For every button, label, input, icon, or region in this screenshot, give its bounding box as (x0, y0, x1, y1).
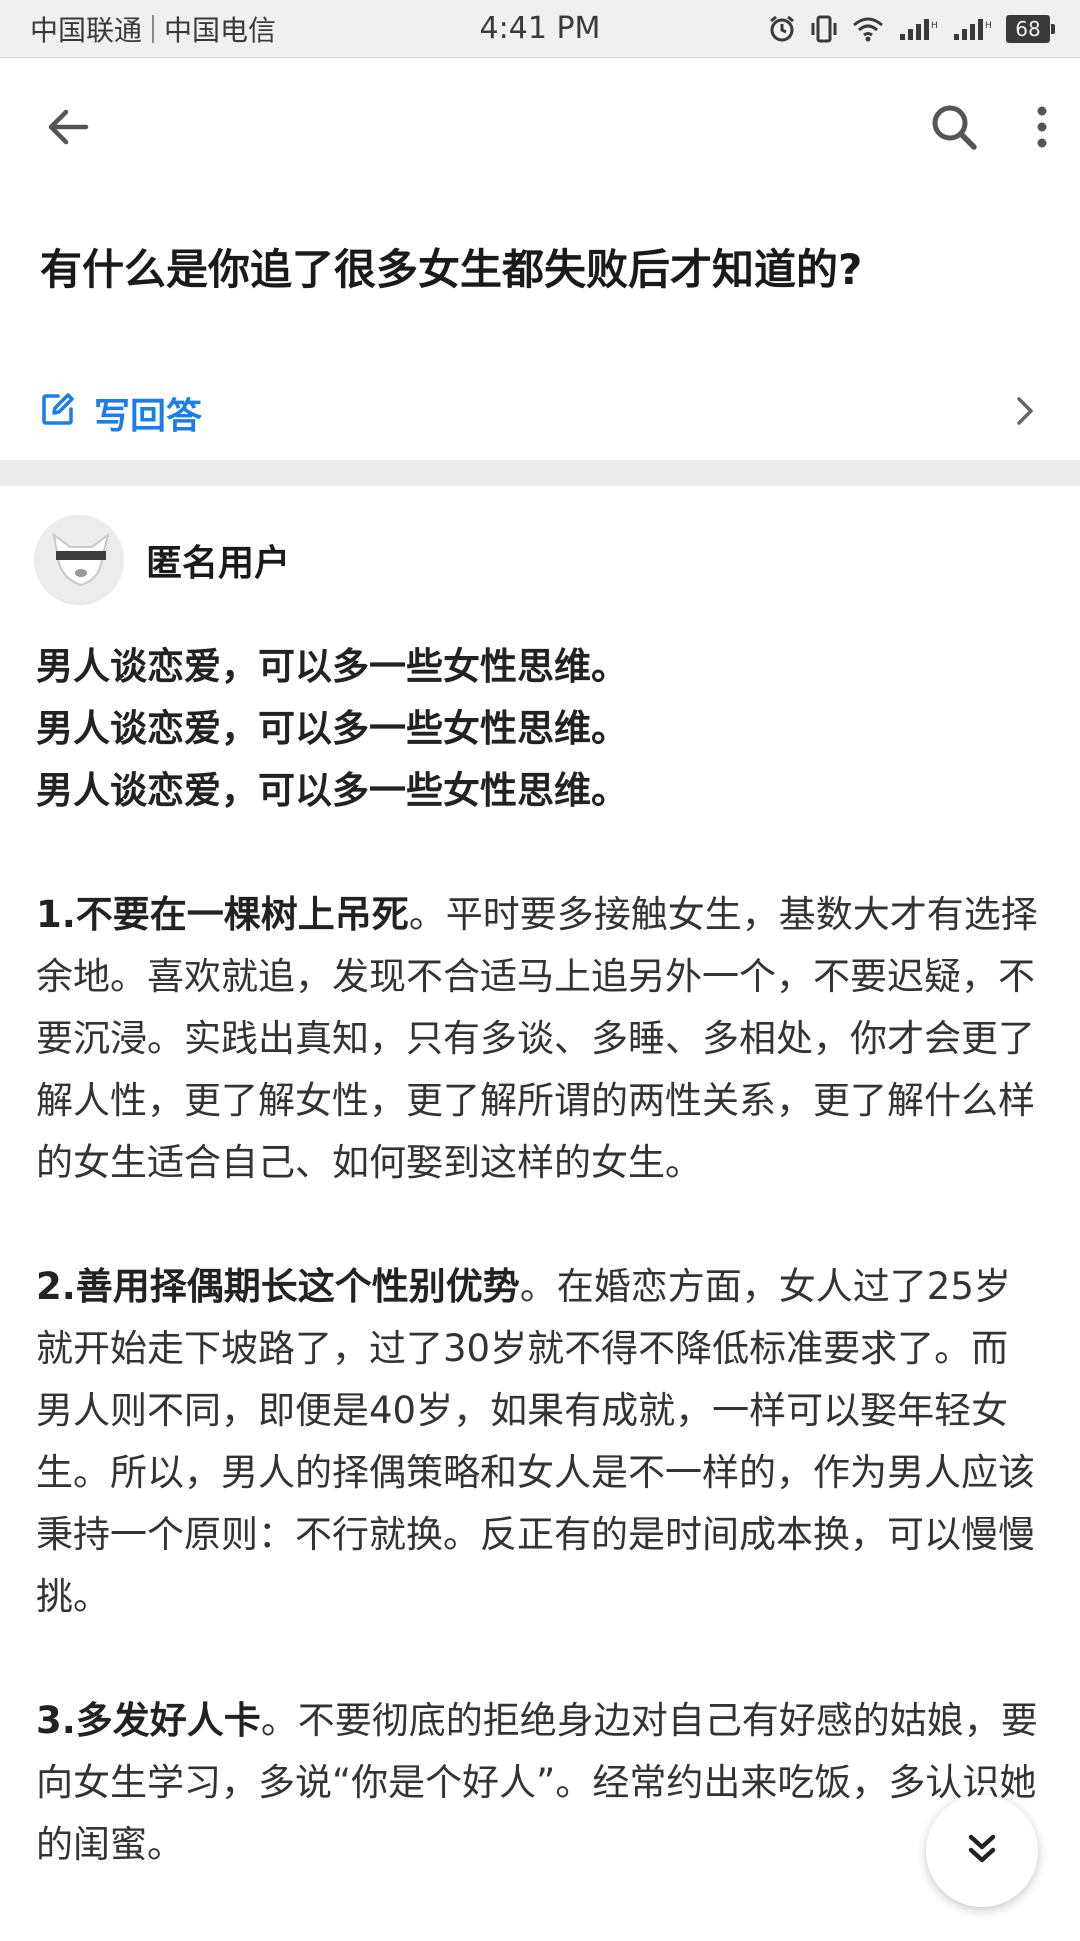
lead-line: 男人谈恋爱，可以多一些女性思维。 (36, 769, 628, 812)
answer-author[interactable]: 匿名用户 (34, 514, 290, 606)
anonymous-avatar-icon (34, 515, 124, 605)
more-vertical-icon (1032, 103, 1052, 155)
status-icons: H H 68 (768, 14, 1055, 44)
paragraph-heading: 2.善用择偶期长这个性别优势 (36, 1265, 520, 1308)
answer-paragraph-2: 2.善用择偶期长这个性别优势。在婚恋方面，女人过了25岁就开始走下坡路了，过了3… (36, 1256, 1040, 1628)
edit-icon (40, 391, 76, 436)
author-name[interactable]: 匿名用户 (146, 534, 290, 586)
status-bar: 中国联通 中国电信 4:41 PM H H 68 (0, 0, 1080, 58)
carrier-separator (152, 14, 155, 43)
arrow-left-icon (44, 103, 92, 155)
svg-text:H: H (985, 21, 992, 31)
avatar[interactable] (34, 515, 124, 605)
wifi-icon (852, 16, 884, 42)
alarm-icon (768, 15, 796, 43)
paragraph-heading: 3.多发好人卡 (36, 1699, 261, 1742)
paragraph-text: 。在婚恋方面，女人过了25岁就开始走下坡路了，过了30岁就不得不降低标准要求了。… (36, 1265, 1035, 1618)
write-answer-label: 写回答 (94, 396, 203, 437)
carrier-info: 中国联通 中国电信 (30, 9, 276, 49)
more-button[interactable] (1032, 103, 1052, 155)
search-icon (928, 101, 980, 157)
vibrate-icon (810, 14, 838, 44)
section-divider (0, 460, 1080, 486)
battery-icon: 68 (1006, 14, 1055, 43)
next-answer-button[interactable] (926, 1795, 1038, 1907)
question-title[interactable]: 有什么是你追了很多女生都失败后才知道的? (40, 240, 1040, 300)
chevron-right-icon (1014, 394, 1036, 432)
lead-line: 男人谈恋爱，可以多一些女性思维。 (36, 645, 628, 688)
carrier-1: 中国联通 (30, 13, 143, 47)
app-bar (0, 58, 1080, 200)
answer-content: 男人谈恋爱，可以多一些女性思维。 男人谈恋爱，可以多一些女性思维。 男人谈恋爱，… (36, 636, 1040, 1938)
double-chevron-down-icon (962, 1829, 1002, 1873)
signal-icon-2: H (952, 16, 992, 42)
lead-line: 男人谈恋爱，可以多一些女性思维。 (36, 707, 628, 750)
paragraph-heading: 1.不要在一棵树上吊死 (36, 893, 409, 936)
svg-text:H: H (931, 21, 938, 31)
answer-lead: 男人谈恋爱，可以多一些女性思维。 男人谈恋爱，可以多一些女性思维。 男人谈恋爱，… (36, 636, 1040, 822)
paragraph-text: 。平时要多接触女生，基数大才有选择余地。喜欢就追，发现不合适马上追另外一个，不要… (36, 893, 1038, 1184)
carrier-2: 中国电信 (164, 13, 277, 47)
answer-paragraph-3: 3.多发好人卡。不要彻底的拒绝身边对自己有好感的姑娘，要向女生学习，多说“你是个… (36, 1690, 1040, 1876)
write-answer-button[interactable]: 写回答 (0, 368, 1080, 458)
search-button[interactable] (928, 101, 980, 157)
signal-icon-1: H (898, 16, 938, 42)
answer-paragraph-1: 1.不要在一棵树上吊死。平时要多接触女生，基数大才有选择余地。喜欢就追，发现不合… (36, 884, 1040, 1194)
back-button[interactable] (44, 103, 92, 155)
